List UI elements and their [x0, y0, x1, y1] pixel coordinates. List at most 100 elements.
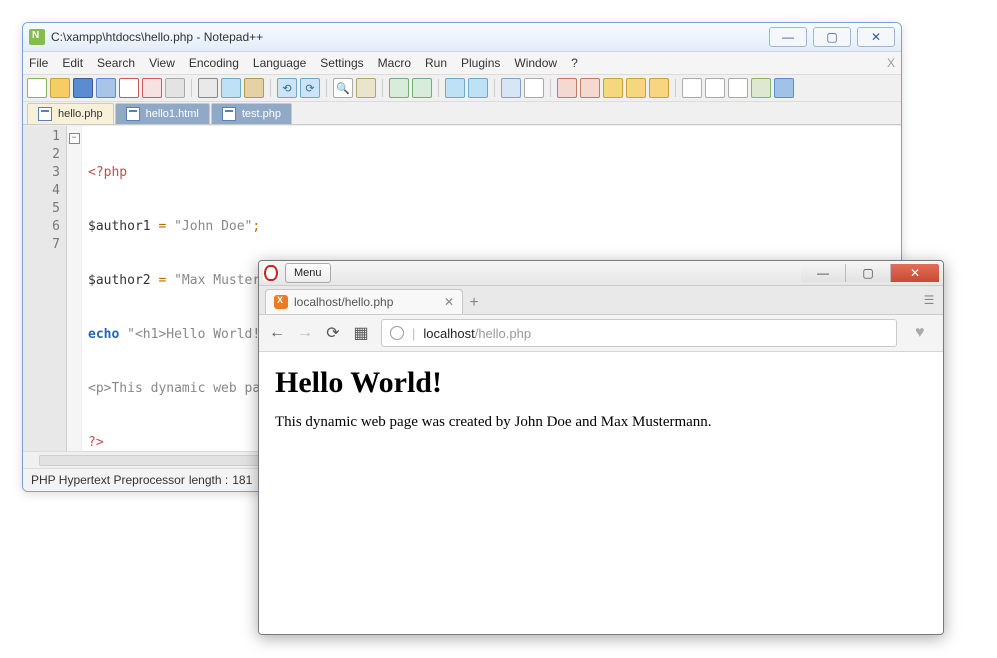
panel-toggle-icon[interactable]: ☰ — [915, 286, 943, 314]
cut-icon[interactable] — [198, 78, 218, 98]
line-number: 7 — [29, 236, 60, 254]
toolbar: ⟲ ⟳ 🔍 — [23, 75, 901, 102]
code-token: ?> — [88, 435, 104, 450]
back-button[interactable]: ← — [269, 325, 285, 341]
forward-button[interactable]: → — [297, 325, 313, 341]
file-icon — [126, 107, 140, 121]
line-gutter: 1 2 3 4 5 6 7 — [23, 126, 67, 451]
menu-edit[interactable]: Edit — [62, 56, 83, 70]
redo-icon[interactable]: ⟳ — [300, 78, 320, 98]
opera-icon[interactable] — [263, 265, 279, 281]
menu-button[interactable]: Menu — [285, 263, 331, 283]
status-language: PHP Hypertext Preprocessor — [31, 473, 185, 487]
play-multiple-icon[interactable] — [751, 78, 771, 98]
close-file-icon[interactable] — [119, 78, 139, 98]
menu-search[interactable]: Search — [97, 56, 135, 70]
code-token: = — [151, 219, 174, 234]
menu-language[interactable]: Language — [253, 56, 306, 70]
code-token: ; — [252, 219, 260, 234]
page-paragraph: This dynamic web page was created by Joh… — [275, 414, 927, 431]
new-file-icon[interactable] — [27, 78, 47, 98]
user-lang-icon[interactable] — [580, 78, 600, 98]
page-heading: Hello World! — [275, 366, 927, 400]
find-icon[interactable]: 🔍 — [333, 78, 353, 98]
sync-h-icon[interactable] — [468, 78, 488, 98]
menu-bar: File Edit Search View Encoding Language … — [23, 52, 901, 75]
code-token: <?php — [88, 165, 127, 180]
file-icon — [222, 107, 236, 121]
minimize-button[interactable]: — — [769, 27, 807, 47]
code-token: $author2 — [88, 273, 151, 288]
browser-tab[interactable]: localhost/hello.php ✕ — [265, 289, 463, 314]
show-whitespace-icon[interactable] — [524, 78, 544, 98]
menu-macro[interactable]: Macro — [378, 56, 411, 70]
play-macro-icon[interactable] — [728, 78, 748, 98]
zoom-out-icon[interactable] — [412, 78, 432, 98]
record-macro-icon[interactable] — [682, 78, 702, 98]
fold-column: − — [67, 126, 82, 451]
maximize-button[interactable]: ▢ — [846, 264, 891, 282]
save-icon[interactable] — [73, 78, 93, 98]
file-icon — [38, 107, 52, 121]
save-all-icon[interactable] — [96, 78, 116, 98]
open-file-icon[interactable] — [50, 78, 70, 98]
menu-settings[interactable]: Settings — [320, 56, 363, 70]
browser-titlebar[interactable]: Menu — ▢ ✕ — [259, 261, 943, 286]
fold-toggle-icon[interactable]: − — [69, 133, 80, 144]
menu-help[interactable]: ? — [571, 56, 578, 70]
tab-label: hello.php — [58, 108, 103, 120]
tab-hello1-html[interactable]: hello1.html — [115, 103, 210, 124]
func-list-icon[interactable] — [626, 78, 646, 98]
speed-dial-button[interactable]: ▦ — [353, 325, 369, 341]
paste-icon[interactable] — [244, 78, 264, 98]
code-token — [119, 327, 127, 342]
line-number: 4 — [29, 182, 60, 200]
reload-button[interactable]: ⟳ — [325, 325, 341, 341]
close-all-icon[interactable] — [142, 78, 162, 98]
window-title: C:\xampp\htdocs\hello.php - Notepad++ — [51, 30, 263, 44]
indent-guide-icon[interactable] — [557, 78, 577, 98]
word-wrap-icon[interactable] — [501, 78, 521, 98]
line-number: 2 — [29, 146, 60, 164]
status-length-label: length : — [189, 473, 228, 487]
address-bar[interactable]: | localhost/hello.php — [381, 319, 897, 347]
code-token: $author1 — [88, 219, 151, 234]
tab-hello-php[interactable]: hello.php — [27, 103, 114, 124]
tab-test-php[interactable]: test.php — [211, 103, 292, 124]
npp-titlebar[interactable]: C:\xampp\htdocs\hello.php - Notepad++ — … — [23, 23, 901, 52]
site-info-icon[interactable] — [390, 326, 404, 340]
undo-icon[interactable]: ⟲ — [277, 78, 297, 98]
new-tab-button[interactable]: + — [463, 292, 485, 314]
sync-v-icon[interactable] — [445, 78, 465, 98]
notepadpp-icon — [29, 29, 45, 45]
bookmark-heart-icon[interactable]: ♥ — [915, 324, 933, 342]
zoom-in-icon[interactable] — [389, 78, 409, 98]
menu-window[interactable]: Window — [514, 56, 557, 70]
minimize-button[interactable]: — — [801, 264, 846, 282]
close-button[interactable]: ✕ — [891, 264, 939, 282]
save-macro-icon[interactable] — [774, 78, 794, 98]
maximize-button[interactable]: ▢ — [813, 27, 851, 47]
menu-plugins[interactable]: Plugins — [461, 56, 500, 70]
line-number: 5 — [29, 200, 60, 218]
browser-window: Menu — ▢ ✕ localhost/hello.php ✕ + ☰ ← →… — [258, 260, 944, 635]
doc-map-icon[interactable] — [603, 78, 623, 98]
line-number: 3 — [29, 164, 60, 182]
folder-as-workspace-icon[interactable] — [649, 78, 669, 98]
menu-close-x[interactable]: X — [887, 56, 895, 70]
close-button[interactable]: ✕ — [857, 27, 895, 47]
tab-title: localhost/hello.php — [294, 295, 393, 309]
menu-file[interactable]: File — [29, 56, 48, 70]
code-token: = — [151, 273, 174, 288]
stop-macro-icon[interactable] — [705, 78, 725, 98]
code-token: "John Doe" — [174, 219, 252, 234]
menu-encoding[interactable]: Encoding — [189, 56, 239, 70]
print-icon[interactable] — [165, 78, 185, 98]
close-tab-icon[interactable]: ✕ — [444, 295, 454, 309]
copy-icon[interactable] — [221, 78, 241, 98]
menu-view[interactable]: View — [149, 56, 175, 70]
tab-label: test.php — [242, 108, 281, 120]
menu-run[interactable]: Run — [425, 56, 447, 70]
menu-button-label: Menu — [294, 267, 322, 279]
find-replace-icon[interactable] — [356, 78, 376, 98]
